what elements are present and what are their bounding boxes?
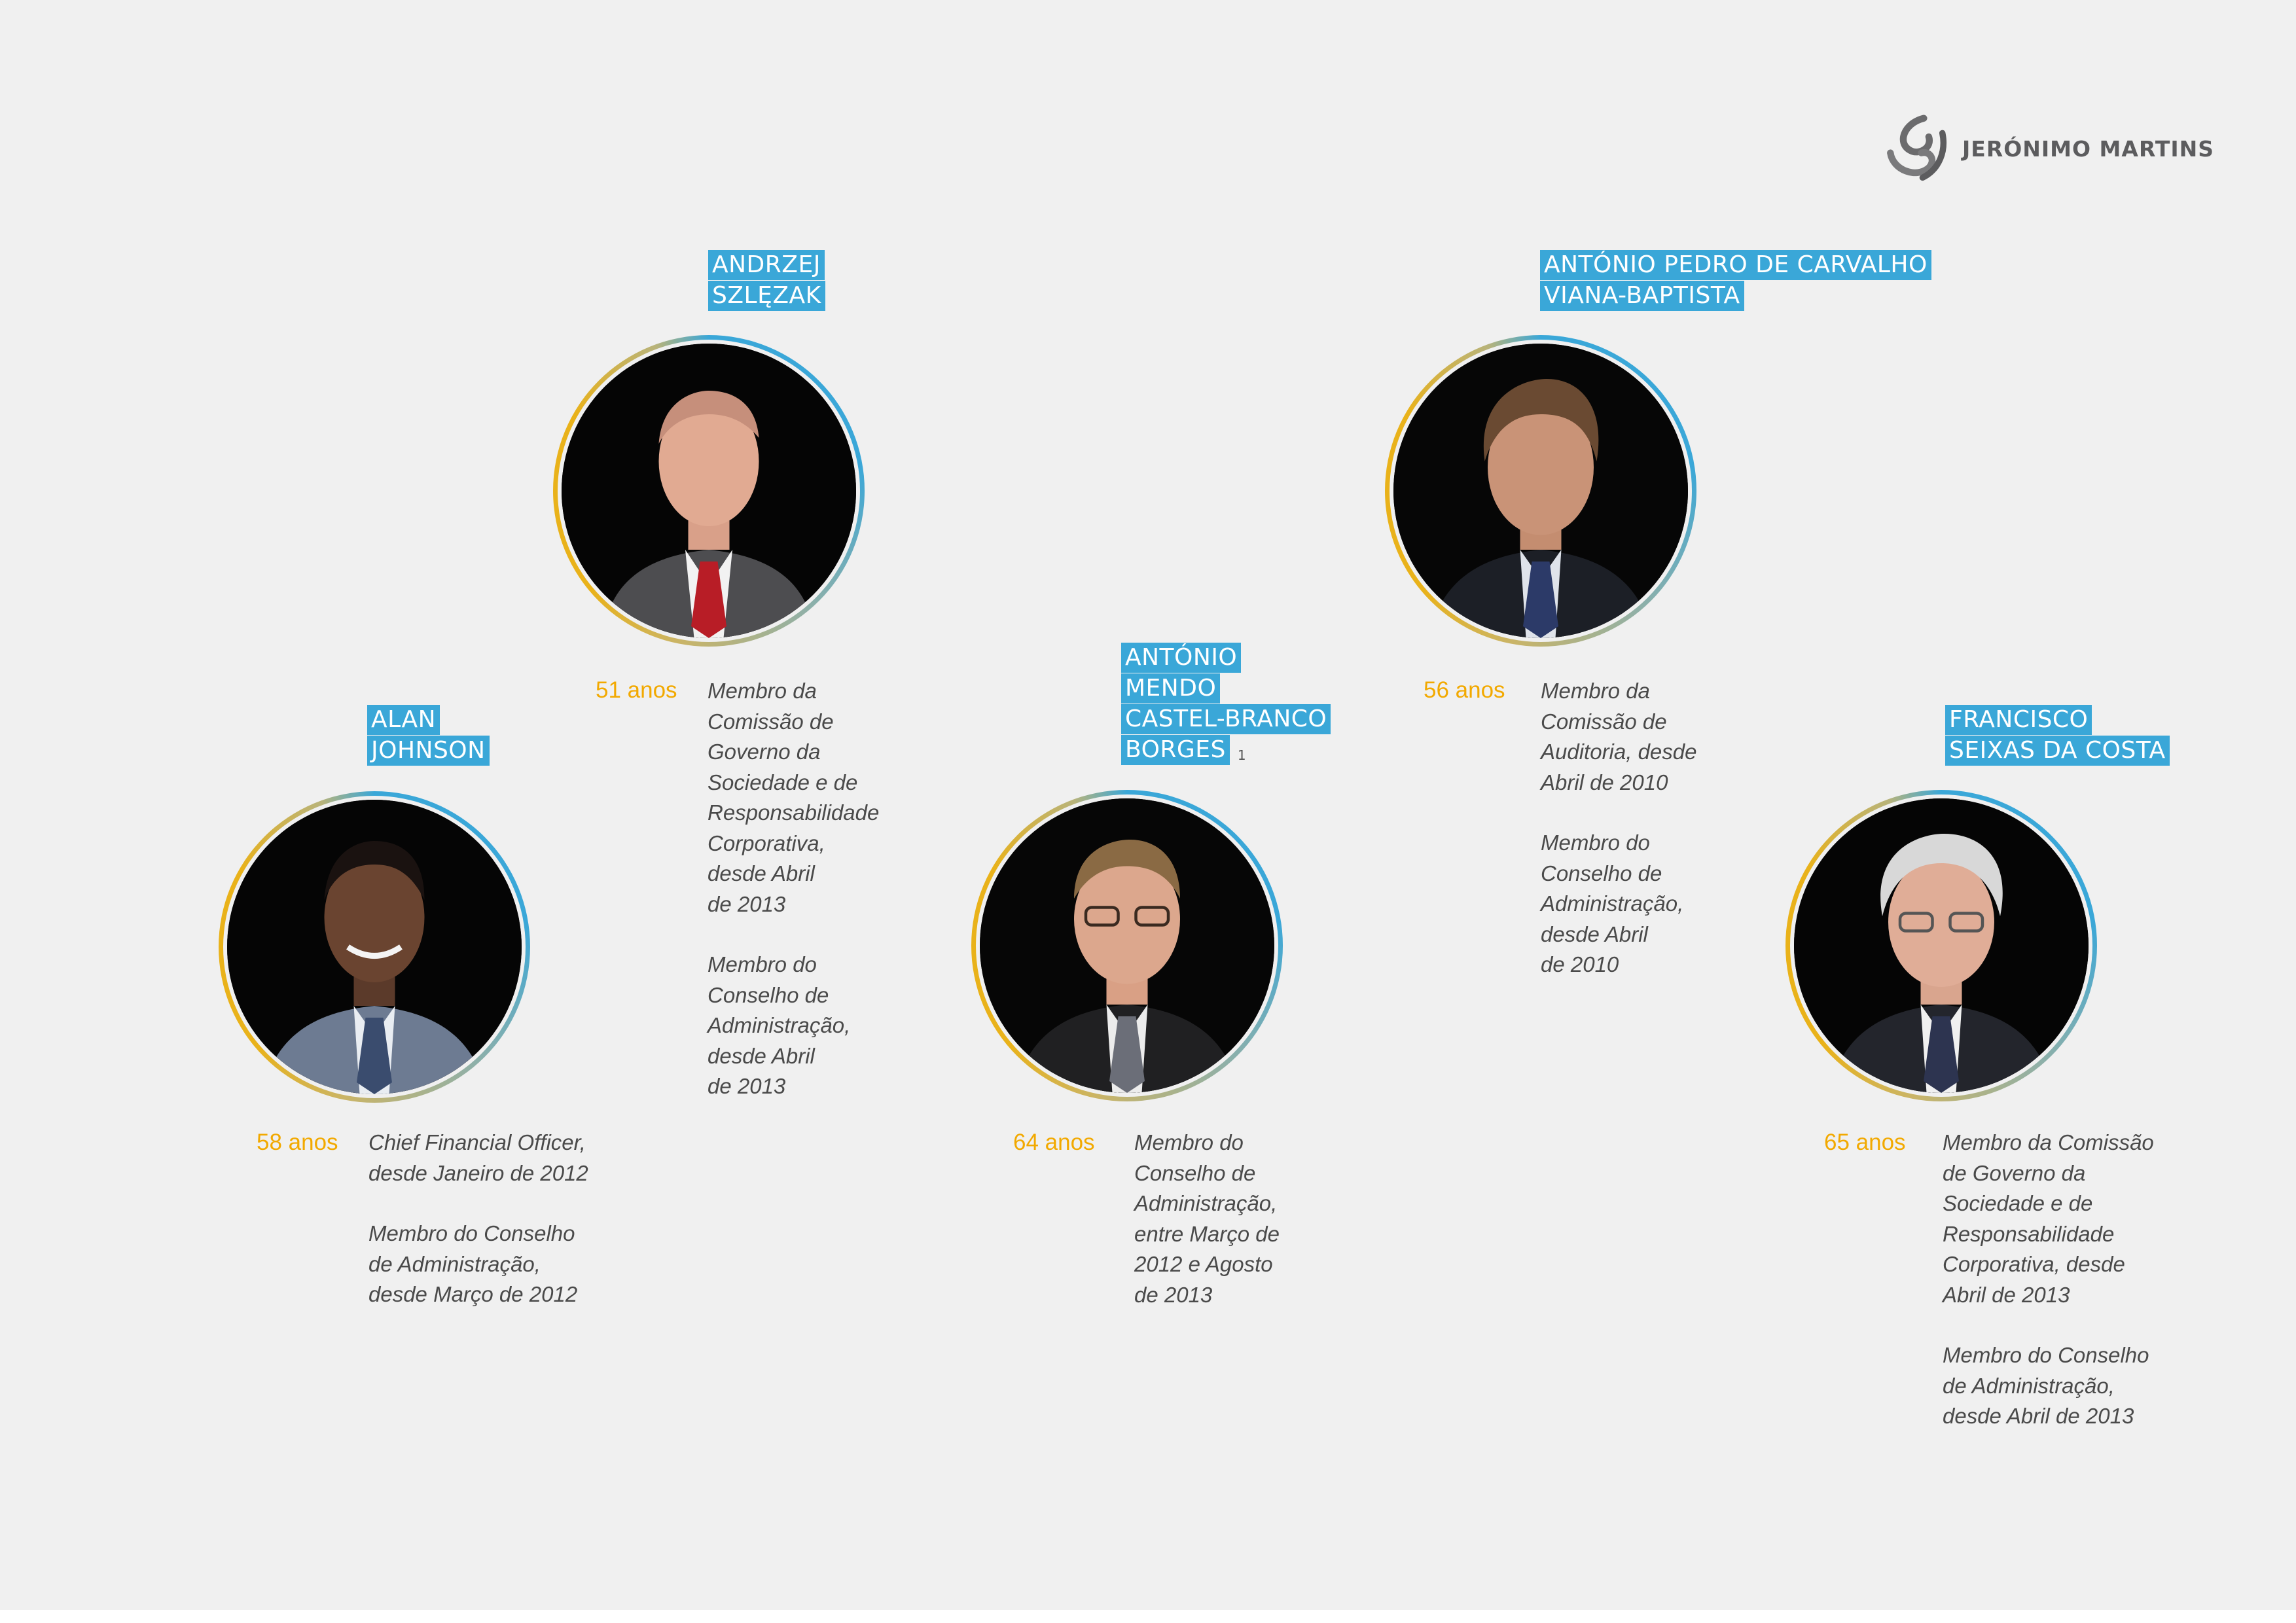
portrait-antonio-viana	[1385, 335, 1696, 647]
page-bottom-band	[0, 1610, 2296, 1623]
role-text: Membro da Comissão de Governo da Socieda…	[708, 679, 880, 916]
member-roles-alan: Chief Financial Officer, desde Janeiro d…	[368, 1128, 643, 1310]
member-age-antonio-borges: 64 anos	[1013, 1130, 1095, 1155]
member-age-francisco: 65 anos	[1824, 1130, 1906, 1155]
member-photo	[980, 798, 1274, 1093]
role-text: Membro do Conselho de Administração, des…	[368, 1221, 578, 1306]
role-text: Chief Financial Officer, desde Janeiro d…	[368, 1130, 588, 1185]
role-text: Membro do Conselho de Administração, des…	[1541, 830, 1684, 976]
man-in-suit-image	[1393, 344, 1688, 638]
member-name-antonio-borges: ANTÓNIO MENDO CASTEL-BRANCO BORGES 1	[1121, 643, 1331, 766]
portrait-antonio-borges	[971, 790, 1283, 1101]
member-name-antonio-viana: ANTÓNIO PEDRO DE CARVALHO VIANA-BAPTISTA	[1540, 250, 1931, 312]
name-line: SZLĘZAK	[708, 281, 825, 311]
name-line: SEIXAS DA COSTA	[1945, 736, 2170, 766]
member-age-alan: 58 anos	[257, 1130, 338, 1155]
brand-logo: JERÓNIMO MARTINS	[1885, 113, 2214, 185]
role-text: Membro da Comissão de Governo da Socieda…	[1943, 1130, 2154, 1307]
member-age-antonio-viana: 56 anos	[1424, 677, 1505, 703]
portrait-andrzej	[553, 335, 865, 647]
man-in-suit-image	[1794, 798, 2089, 1093]
name-line: BORGES 1	[1121, 735, 1246, 765]
name-line: VIANA-BAPTISTA	[1540, 281, 1744, 311]
name-line: ANTÓNIO	[1121, 643, 1242, 673]
member-name-francisco: FRANCISCO SEIXAS DA COSTA	[1945, 705, 2170, 766]
name-line: CASTEL-BRANCO	[1121, 704, 1331, 734]
name-line: MENDO	[1121, 673, 1221, 704]
man-in-suit-image	[227, 800, 522, 1094]
footnote-marker: 1	[1237, 747, 1247, 763]
role-text: Membro do Conselho de Administração, des…	[1943, 1343, 2149, 1428]
portrait-francisco	[1785, 790, 2097, 1101]
role-text: Membro do Conselho de Administração, ent…	[1134, 1130, 1280, 1307]
role-text: Membro da Comissão de Auditoria, desde A…	[1541, 679, 1697, 794]
member-photo	[562, 344, 856, 638]
member-photo	[1794, 798, 2089, 1093]
name-line: ANTÓNIO PEDRO DE CARVALHO	[1540, 250, 1931, 280]
name-line-text: BORGES	[1125, 736, 1226, 763]
member-roles-antonio-viana: Membro da Comissão de Auditoria, desde A…	[1541, 676, 1744, 980]
portrait-alan	[219, 791, 530, 1103]
name-line: JOHNSON	[367, 736, 490, 766]
member-photo	[227, 800, 522, 1094]
member-roles-antonio-borges: Membro do Conselho de Administração, ent…	[1134, 1128, 1331, 1310]
name-line: ALAN	[367, 705, 440, 735]
brand-name: JERÓNIMO MARTINS	[1962, 135, 2215, 162]
man-in-suit-image	[980, 798, 1274, 1093]
jeronimo-martins-logo-icon	[1887, 115, 1947, 181]
role-text: Membro do Conselho de Administração, des…	[708, 952, 851, 1098]
member-name-andrzej: ANDRZEJ SZLĘZAK	[708, 250, 825, 312]
name-line: FRANCISCO	[1945, 705, 2092, 735]
member-roles-andrzej: Membro da Comissão de Governo da Socieda…	[708, 676, 917, 1102]
member-age-andrzej: 51 anos	[596, 677, 677, 703]
man-in-suit-image	[562, 344, 856, 638]
member-name-alan: ALAN JOHNSON	[367, 705, 490, 766]
member-photo	[1393, 344, 1688, 638]
member-roles-francisco: Membro da Comissão de Governo da Socieda…	[1943, 1128, 2191, 1432]
name-line: ANDRZEJ	[708, 250, 825, 280]
